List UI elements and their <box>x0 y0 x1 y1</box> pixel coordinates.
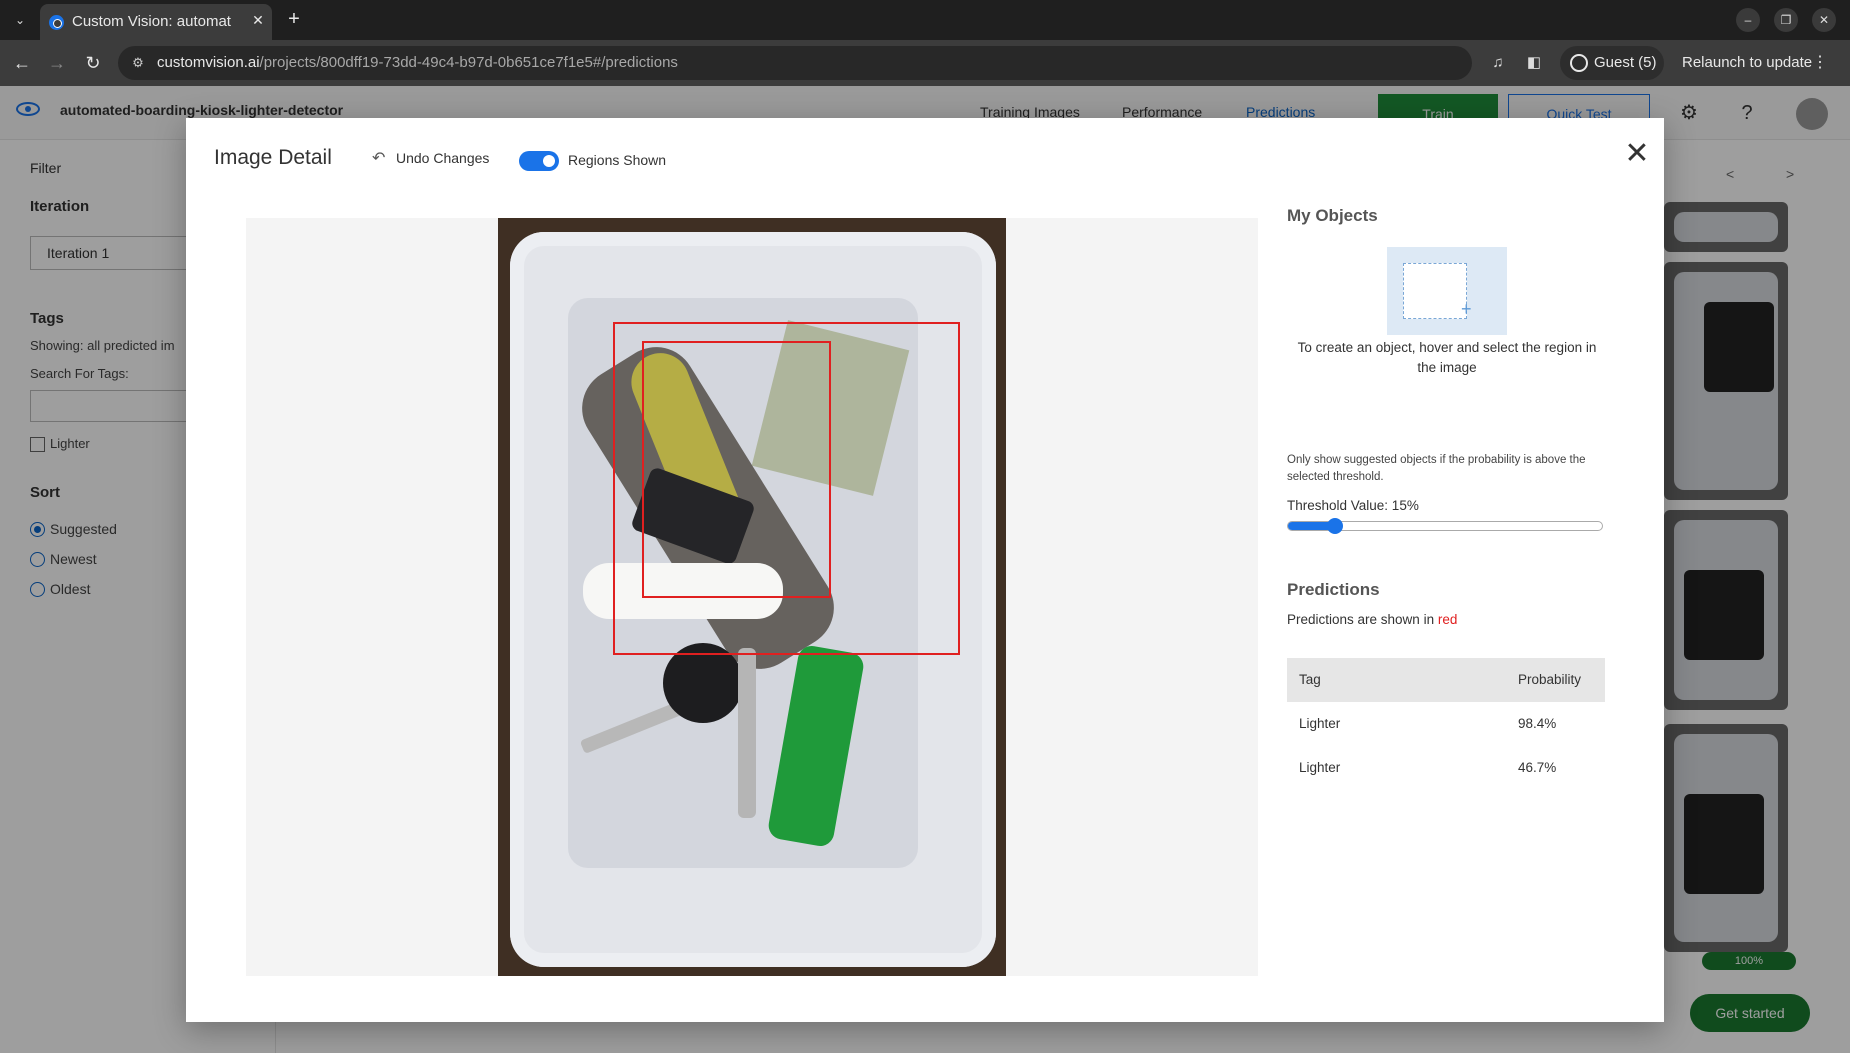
more-icon[interactable]: ⋮ <box>1812 46 1828 80</box>
row-tag: Lighter <box>1299 760 1341 775</box>
tab-search-icon[interactable]: ⌄ <box>8 8 32 32</box>
url-text: customvision.ai/projects/800dff19-73dd-4… <box>157 54 678 71</box>
table-row[interactable]: Lighter 98.4% <box>1287 702 1605 746</box>
regions-shown-label: Regions Shown <box>568 152 667 168</box>
key-fob <box>663 643 743 723</box>
tab-title: Custom Vision: automat <box>72 13 231 30</box>
prediction-region-box[interactable] <box>642 341 831 598</box>
minimize-icon[interactable]: – <box>1736 8 1760 32</box>
close-window-icon[interactable]: ✕ <box>1812 8 1836 32</box>
header-probability: Probability <box>1518 672 1582 687</box>
relaunch-label: Relaunch to update <box>1682 54 1813 71</box>
browser-tab-strip: ⌄ Custom Vision: automat ✕ + – ❐ ✕ <box>0 0 1850 40</box>
relaunch-button[interactable]: Relaunch to update ⋮ <box>1672 46 1832 80</box>
row-tag: Lighter <box>1299 716 1341 731</box>
browser-tab[interactable]: Custom Vision: automat ✕ <box>40 4 272 40</box>
predictions-note-text: Predictions are shown in <box>1287 612 1438 627</box>
predictions-note: Predictions are shown in red <box>1287 612 1457 627</box>
dashed-region-icon <box>1403 263 1467 319</box>
threshold-note: Only show suggested objects if the proba… <box>1287 454 1586 483</box>
table-row[interactable]: Lighter 46.7% <box>1287 746 1605 790</box>
threshold-slider[interactable] <box>1287 518 1603 534</box>
predictions-table: Tag Probability Lighter 98.4% Lighter 46… <box>1287 658 1605 790</box>
guest-profile-button[interactable]: Guest (5) <box>1560 46 1664 80</box>
new-tab-icon[interactable]: + <box>282 8 306 32</box>
reload-icon[interactable]: ↻ <box>81 51 105 75</box>
media-control-icon[interactable]: ♫ <box>1486 51 1510 75</box>
house-key <box>738 648 756 818</box>
browser-toolbar: ← → ↻ ⚙ customvision.ai/projects/800dff1… <box>0 40 1850 86</box>
regions-shown-toggle[interactable] <box>519 151 559 171</box>
image-detail-dialog: Image Detail ↶ Undo Changes Regions Show… <box>186 118 1664 1022</box>
custom-vision-favicon-icon <box>49 15 64 30</box>
restore-icon[interactable]: ❐ <box>1774 8 1798 32</box>
back-icon[interactable]: ← <box>10 51 34 75</box>
predictions-heading: Predictions <box>1287 580 1380 599</box>
table-header: Tag Probability <box>1287 658 1605 702</box>
dialog-title: Image Detail <box>214 146 332 169</box>
site-info-icon[interactable]: ⚙ <box>130 55 146 71</box>
row-probability: 98.4% <box>1518 716 1557 731</box>
predictions-color-word: red <box>1437 612 1458 627</box>
forward-icon[interactable]: → <box>45 51 69 75</box>
side-panel-icon[interactable]: ◧ <box>1522 51 1546 75</box>
guest-label: Guest (5) <box>1594 54 1657 71</box>
threshold-slider-handle[interactable] <box>1327 518 1344 534</box>
detail-side-panel: My Objects + To create an object, hover … <box>1287 118 1647 1022</box>
prediction-image[interactable] <box>498 218 1006 976</box>
close-tab-icon[interactable]: ✕ <box>248 10 268 30</box>
address-bar[interactable]: ⚙ customvision.ai/projects/800dff19-73dd… <box>118 46 1472 80</box>
undo-label: Undo Changes <box>396 150 490 166</box>
plus-icon: + <box>1461 299 1472 319</box>
threshold-label: Threshold Value: 15% <box>1287 498 1419 513</box>
header-tag: Tag <box>1299 672 1321 687</box>
create-object-illustration: + <box>1387 247 1507 335</box>
profile-icon <box>1570 54 1588 72</box>
undo-changes-button[interactable]: ↶ Undo Changes <box>372 150 490 167</box>
create-object-hint: To create an object, hover and select th… <box>1297 340 1597 375</box>
image-canvas[interactable] <box>246 218 1258 976</box>
undo-icon: ↶ <box>372 150 386 167</box>
toggle-knob <box>543 155 555 167</box>
my-objects-heading: My Objects <box>1287 206 1378 225</box>
row-probability: 46.7% <box>1518 760 1557 775</box>
